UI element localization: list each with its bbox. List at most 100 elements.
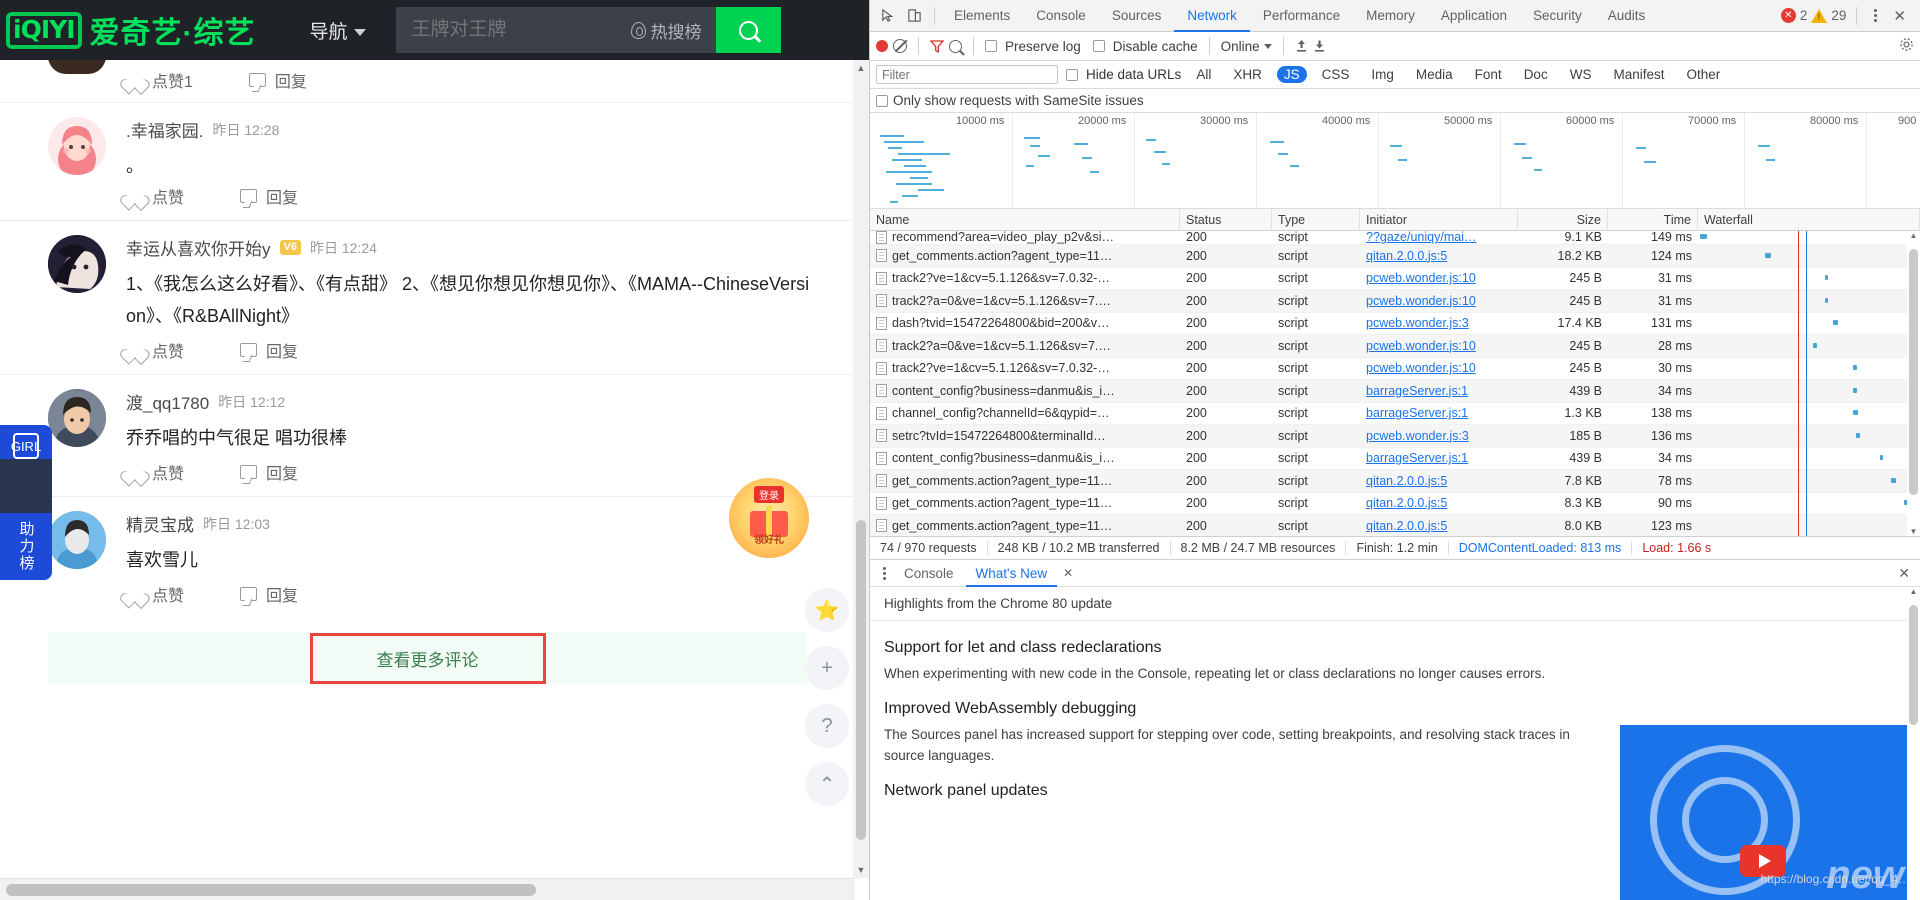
search-input-wrap[interactable]: 热搜榜 — [395, 7, 716, 53]
comment-author[interactable]: .幸福家园. — [126, 117, 203, 142]
filter-type-ws[interactable]: WS — [1563, 66, 1599, 83]
table-row[interactable]: get_comments.action?agent_type=11… 200 s… — [870, 515, 1920, 536]
hot-search-link[interactable]: 热搜榜 — [630, 18, 702, 43]
filter-type-xhr[interactable]: XHR — [1226, 66, 1269, 83]
request-initiator[interactable]: pcweb.wonder.js:3 — [1366, 429, 1469, 443]
network-settings-icon[interactable] — [1899, 37, 1914, 55]
table-row[interactable]: get_comments.action?agent_type=11… 200 s… — [870, 245, 1920, 268]
filter-type-css[interactable]: CSS — [1315, 66, 1357, 83]
table-row[interactable]: get_comments.action?agent_type=11… 200 s… — [870, 470, 1920, 493]
like-button[interactable]: 点赞 — [126, 338, 184, 362]
avatar[interactable] — [48, 60, 106, 74]
help-rail-button[interactable]: ? — [805, 704, 849, 748]
scroll-up-arrow[interactable]: ▲ — [1908, 587, 1919, 596]
scroll-down-arrow[interactable]: ▼ — [853, 862, 869, 878]
column-status[interactable]: Status — [1180, 208, 1272, 231]
column-type[interactable]: Type — [1272, 208, 1360, 231]
close-devtools-icon[interactable]: ✕ — [1887, 7, 1912, 25]
table-row[interactable]: content_config?business=danmu&is_i… 200 … — [870, 448, 1920, 470]
whats-new-heading[interactable]: Improved WebAssembly debugging — [884, 700, 1906, 718]
filter-type-doc[interactable]: Doc — [1517, 66, 1555, 83]
table-row[interactable]: dash?tvid=15472264800&bid=200&v… 200 scr… — [870, 313, 1920, 335]
page-horizontal-scrollbar[interactable] — [0, 878, 855, 900]
search-requests-icon[interactable] — [949, 39, 962, 53]
like-button[interactable]: 点赞 — [126, 460, 184, 484]
filter-type-media[interactable]: Media — [1409, 66, 1460, 83]
filter-type-manifest[interactable]: Manifest — [1606, 66, 1671, 83]
reply-button[interactable]: 回复 — [240, 184, 298, 208]
comment-author[interactable]: 幸运从喜欢你开始y — [126, 235, 271, 260]
request-initiator[interactable]: pcweb.wonder.js:10 — [1366, 294, 1476, 308]
tab-elements[interactable]: Elements — [941, 0, 1023, 32]
request-initiator[interactable]: qitan.2.0.0.js:5 — [1366, 474, 1447, 488]
whats-new-panel[interactable]: Highlights from the Chrome 80 update Sup… — [870, 587, 1920, 900]
tab-sources[interactable]: Sources — [1099, 0, 1175, 32]
request-initiator[interactable]: qitan.2.0.0.js:5 — [1366, 496, 1447, 510]
request-initiator[interactable]: ??gaze/uniqy/mai… — [1366, 231, 1476, 244]
drawer-scrollbar[interactable]: ▲ — [1907, 587, 1920, 900]
requests-scrollbar[interactable]: ▲ ▼ — [1907, 231, 1920, 536]
nav-dropdown[interactable]: 导航 — [310, 17, 366, 44]
login-gift-promo[interactable]: 登录 领好礼 — [729, 478, 809, 558]
filter-type-all[interactable]: All — [1189, 66, 1218, 83]
scroll-thumb[interactable] — [1909, 605, 1918, 725]
close-whats-new-icon[interactable]: ✕ — [1063, 566, 1073, 580]
avatar[interactable] — [48, 117, 106, 175]
clear-requests-icon[interactable] — [893, 39, 907, 53]
requests-table-body[interactable]: recommend?area=video_play_p2v&si… 200 sc… — [870, 231, 1920, 536]
request-initiator[interactable]: pcweb.wonder.js:10 — [1366, 361, 1476, 375]
filter-type-img[interactable]: Img — [1364, 66, 1401, 83]
tab-security[interactable]: Security — [1520, 0, 1595, 32]
gift-rail-button[interactable]: ⭐ — [805, 588, 849, 632]
request-initiator[interactable]: barrageServer.js:1 — [1366, 451, 1468, 465]
drawer-more-menu-icon[interactable] — [876, 566, 892, 580]
export-har-icon[interactable] — [1313, 39, 1326, 53]
filter-funnel-icon[interactable] — [929, 40, 945, 54]
inspect-element-icon[interactable] — [874, 3, 901, 29]
drawer-tab-whats-new[interactable]: What's New — [965, 560, 1058, 587]
tab-performance[interactable]: Performance — [1250, 0, 1353, 32]
reply-button[interactable]: 回复 — [240, 582, 298, 606]
devtools-more-menu-icon[interactable] — [1867, 9, 1883, 22]
tab-console[interactable]: Console — [1023, 0, 1099, 32]
page-vertical-scrollbar[interactable]: ▲ ▼ — [853, 60, 869, 878]
drawer-tab-console[interactable]: Console — [894, 560, 964, 587]
hscroll-thumb[interactable] — [6, 884, 536, 896]
back-to-top-button[interactable]: ⌃ — [805, 762, 849, 806]
like-button[interactable]: 点赞 — [126, 184, 184, 208]
column-waterfall[interactable]: Waterfall — [1698, 208, 1920, 231]
comment-author[interactable]: 精灵宝成 — [126, 511, 194, 536]
request-initiator[interactable]: qitan.2.0.0.js:5 — [1366, 249, 1447, 263]
request-initiator[interactable]: pcweb.wonder.js:10 — [1366, 339, 1476, 353]
plus-rail-button[interactable]: + — [805, 646, 849, 690]
tab-audits[interactable]: Audits — [1595, 0, 1659, 32]
throttling-select[interactable]: Online — [1221, 39, 1272, 54]
site-logo[interactable]: iQIYI 爱奇艺·综艺 — [6, 8, 256, 52]
table-row[interactable]: track2?ve=1&cv=5.1.126&sv=7.0.32-… 200 s… — [870, 268, 1920, 290]
table-row[interactable]: channel_config?channelId=6&qypid=… 200 s… — [870, 403, 1920, 425]
record-button[interactable] — [876, 40, 888, 52]
device-toolbar-icon[interactable] — [901, 3, 928, 29]
column-name[interactable]: Name — [870, 208, 1180, 231]
like-button[interactable]: 点赞1 — [126, 68, 193, 92]
tab-network[interactable]: Network — [1174, 0, 1250, 32]
table-row[interactable]: get_comments.action?agent_type=11… 200 s… — [870, 493, 1920, 515]
hide-data-urls-checkbox[interactable] — [1066, 68, 1078, 81]
network-overview[interactable]: 10000 ms 20000 ms 30000 ms 40000 ms 5000… — [870, 113, 1920, 209]
import-har-icon[interactable] — [1295, 39, 1308, 53]
error-counter[interactable]: ✕ 2 — [1780, 8, 1807, 23]
column-initiator[interactable]: Initiator — [1360, 208, 1518, 231]
scroll-thumb[interactable] — [856, 520, 866, 840]
avatar[interactable] — [48, 511, 106, 569]
whats-new-heading[interactable]: Support for let and class redeclarations — [884, 639, 1906, 657]
search-input[interactable] — [409, 18, 600, 42]
table-row[interactable]: content_config?business=danmu&is_i… 200 … — [870, 380, 1920, 403]
avatar[interactable] — [48, 235, 106, 293]
scroll-up-arrow[interactable]: ▲ — [1908, 231, 1919, 240]
request-initiator[interactable]: pcweb.wonder.js:10 — [1366, 271, 1476, 285]
like-button[interactable]: 点赞 — [126, 582, 184, 606]
request-initiator[interactable]: pcweb.wonder.js:3 — [1366, 316, 1469, 330]
scroll-down-arrow[interactable]: ▼ — [1908, 527, 1919, 536]
filter-input[interactable] — [876, 65, 1058, 84]
scroll-up-arrow[interactable]: ▲ — [853, 60, 869, 76]
